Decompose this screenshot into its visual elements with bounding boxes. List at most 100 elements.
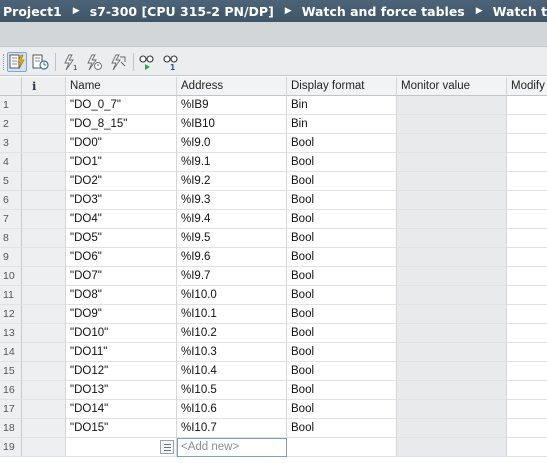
display-format-cell[interactable]: Bool bbox=[287, 172, 397, 191]
row-info-cell[interactable] bbox=[22, 248, 66, 267]
modify-value-cell[interactable] bbox=[507, 419, 547, 438]
row-info-cell[interactable] bbox=[22, 115, 66, 134]
table-row[interactable]: 13 "DO10" %I10.2 Bool bbox=[0, 324, 547, 343]
row-info-cell[interactable] bbox=[22, 96, 66, 115]
column-header-name[interactable]: Name bbox=[66, 77, 177, 96]
row-info-cell[interactable] bbox=[22, 362, 66, 381]
toolbar-grip[interactable] bbox=[3, 54, 5, 70]
modify-value-cell[interactable] bbox=[507, 96, 547, 115]
table-row[interactable]: 7 "DO4" %I9.4 Bool bbox=[0, 210, 547, 229]
breadcrumb-folder[interactable]: Watch and force tables bbox=[299, 4, 465, 19]
row-info-cell[interactable] bbox=[22, 267, 66, 286]
breadcrumb-table[interactable]: Watch table_1 bbox=[490, 4, 547, 19]
row-info-cell[interactable] bbox=[22, 305, 66, 324]
display-format-cell[interactable]: Bool bbox=[287, 191, 397, 210]
address-cell[interactable]: %I9.5 bbox=[177, 229, 287, 248]
name-cell[interactable]: "DO11" bbox=[66, 343, 177, 362]
modify-value-cell[interactable] bbox=[507, 324, 547, 343]
name-cell[interactable]: "DO6" bbox=[66, 248, 177, 267]
add-new-address-input[interactable]: <Add new> bbox=[177, 438, 287, 457]
table-row[interactable]: 11 "DO8" %I10.0 Bool bbox=[0, 286, 547, 305]
monitor-all-icon[interactable] bbox=[138, 52, 158, 72]
table-row[interactable]: 16 "DO13" %I10.5 Bool bbox=[0, 381, 547, 400]
display-format-cell[interactable]: Bool bbox=[287, 305, 397, 324]
display-format-cell[interactable]: Bool bbox=[287, 362, 397, 381]
address-cell[interactable]: %I9.2 bbox=[177, 172, 287, 191]
breadcrumb-device[interactable]: s7-300 [CPU 315-2 PN/DP] bbox=[87, 4, 274, 19]
add-new-row[interactable]: 19 <Add new> bbox=[0, 438, 547, 457]
modify-now-icon[interactable]: 1 bbox=[60, 52, 80, 72]
modify-value-cell[interactable] bbox=[507, 172, 547, 191]
display-format-cell[interactable]: Bool bbox=[287, 210, 397, 229]
name-cell[interactable]: "DO15" bbox=[66, 419, 177, 438]
table-row[interactable]: 1 "DO_0_7" %IB9 Bin bbox=[0, 96, 547, 115]
name-cell[interactable]: "DO1" bbox=[66, 153, 177, 172]
table-row[interactable]: 14 "DO11" %I10.3 Bool bbox=[0, 343, 547, 362]
address-cell[interactable]: %I10.6 bbox=[177, 400, 287, 419]
address-cell[interactable]: %I9.1 bbox=[177, 153, 287, 172]
name-cell[interactable]: "DO3" bbox=[66, 191, 177, 210]
monitor-once-icon[interactable] bbox=[30, 52, 50, 72]
modify-value-cell[interactable] bbox=[507, 381, 547, 400]
name-cell[interactable]: "DO8" bbox=[66, 286, 177, 305]
modify-value-cell[interactable] bbox=[507, 134, 547, 153]
display-format-cell[interactable]: Bool bbox=[287, 324, 397, 343]
force-icon[interactable] bbox=[108, 52, 128, 72]
table-row[interactable]: 2 "DO_8_15" %IB10 Bin bbox=[0, 115, 547, 134]
row-info-cell[interactable] bbox=[22, 400, 66, 419]
table-row[interactable]: 15 "DO12" %I10.4 Bool bbox=[0, 362, 547, 381]
name-cell[interactable]: "DO7" bbox=[66, 267, 177, 286]
column-header-monitor-value[interactable]: Monitor value bbox=[397, 77, 507, 96]
column-header-display-format[interactable]: Display format bbox=[287, 77, 397, 96]
name-cell[interactable]: "DO2" bbox=[66, 172, 177, 191]
name-cell[interactable]: "DO10" bbox=[66, 324, 177, 343]
address-cell[interactable]: %I10.1 bbox=[177, 305, 287, 324]
modify-value-cell[interactable] bbox=[507, 362, 547, 381]
address-cell[interactable]: %I9.4 bbox=[177, 210, 287, 229]
modify-value-cell[interactable] bbox=[507, 115, 547, 134]
modify-value-cell[interactable] bbox=[507, 305, 547, 324]
display-format-cell[interactable]: Bool bbox=[287, 400, 397, 419]
address-cell[interactable]: %IB10 bbox=[177, 115, 287, 134]
name-cell[interactable]: "DO9" bbox=[66, 305, 177, 324]
row-info-cell[interactable] bbox=[22, 229, 66, 248]
column-header-info-icon[interactable]: i bbox=[22, 77, 66, 96]
modify-value-cell[interactable] bbox=[507, 210, 547, 229]
address-cell[interactable]: %I9.3 bbox=[177, 191, 287, 210]
modify-value-cell[interactable] bbox=[507, 400, 547, 419]
address-cell[interactable]: %I10.5 bbox=[177, 381, 287, 400]
row-info-cell[interactable] bbox=[22, 419, 66, 438]
add-new-list-icon[interactable] bbox=[160, 440, 174, 454]
row-info-cell[interactable] bbox=[22, 134, 66, 153]
table-row[interactable]: 10 "DO7" %I9.7 Bool bbox=[0, 267, 547, 286]
name-cell[interactable]: "DO13" bbox=[66, 381, 177, 400]
display-format-cell[interactable]: Bool bbox=[287, 153, 397, 172]
modify-values-icon[interactable] bbox=[7, 52, 27, 72]
display-format-cell[interactable]: Bin bbox=[287, 96, 397, 115]
address-cell[interactable]: %IB9 bbox=[177, 96, 287, 115]
display-format-cell[interactable]: Bin bbox=[287, 115, 397, 134]
column-header-modify[interactable]: Modify bbox=[507, 77, 547, 96]
modify-value-cell[interactable] bbox=[507, 248, 547, 267]
address-cell[interactable]: %I10.2 bbox=[177, 324, 287, 343]
display-format-cell[interactable]: Bool bbox=[287, 134, 397, 153]
name-cell[interactable]: "DO_8_15" bbox=[66, 115, 177, 134]
address-cell[interactable]: %I9.6 bbox=[177, 248, 287, 267]
breadcrumb-project[interactable]: Project1 bbox=[0, 4, 62, 19]
row-info-cell[interactable] bbox=[22, 286, 66, 305]
display-format-cell[interactable]: Bool bbox=[287, 248, 397, 267]
table-row[interactable]: 8 "DO5" %I9.5 Bool bbox=[0, 229, 547, 248]
row-info-cell[interactable] bbox=[22, 191, 66, 210]
table-row[interactable]: 3 "DO0" %I9.0 Bool bbox=[0, 134, 547, 153]
column-header-address[interactable]: Address bbox=[177, 77, 287, 96]
display-format-cell[interactable]: Bool bbox=[287, 229, 397, 248]
address-cell[interactable]: %I10.7 bbox=[177, 419, 287, 438]
modify-trigger-icon[interactable] bbox=[84, 52, 104, 72]
address-cell[interactable]: %I9.0 bbox=[177, 134, 287, 153]
modify-value-cell[interactable] bbox=[507, 267, 547, 286]
table-row[interactable]: 12 "DO9" %I10.1 Bool bbox=[0, 305, 547, 324]
table-row[interactable]: 18 "DO15" %I10.7 Bool bbox=[0, 419, 547, 438]
modify-value-cell[interactable] bbox=[507, 153, 547, 172]
modify-value-cell[interactable] bbox=[507, 343, 547, 362]
table-row[interactable]: 9 "DO6" %I9.6 Bool bbox=[0, 248, 547, 267]
